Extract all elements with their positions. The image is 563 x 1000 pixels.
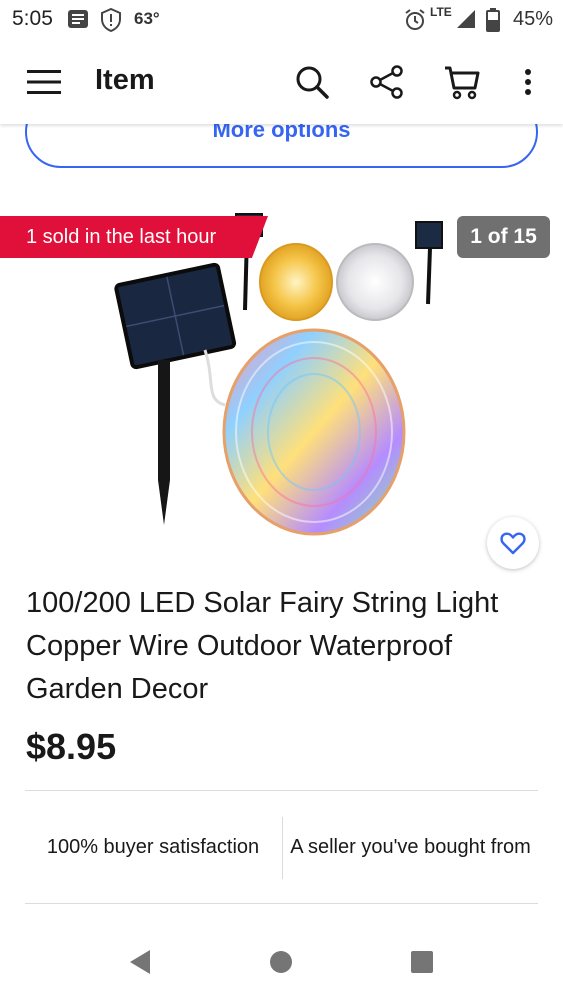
status-bar: 5:05 63° LTE 45% (0, 0, 563, 40)
share-icon[interactable] (365, 60, 409, 104)
app-bar: Item (0, 40, 563, 124)
alarm-icon (403, 8, 427, 37)
buyer-satisfaction: 100% buyer satisfaction (46, 835, 260, 858)
status-temperature: 63° (134, 9, 160, 28)
signal-icon (455, 8, 477, 35)
sold-recently-badge: 1 sold in the last hour (0, 216, 268, 258)
search-icon[interactable] (290, 60, 334, 104)
watchlist-button[interactable] (487, 517, 539, 569)
message-icon (67, 8, 89, 35)
photo-counter: 1 of 15 (457, 216, 550, 258)
divider (25, 903, 538, 904)
network-type: LTE (430, 5, 452, 19)
back-icon[interactable] (120, 942, 160, 982)
cart-icon[interactable] (440, 60, 484, 104)
page-title: Item (95, 64, 155, 96)
battery-icon (486, 8, 500, 37)
heart-icon (500, 532, 526, 555)
home-icon[interactable] (261, 942, 301, 982)
battery-percentage: 45% (513, 8, 554, 30)
item-title: 100/200 LED Solar Fairy String Light Cop… (26, 587, 499, 705)
seller-history-note: A seller you've bought from (290, 835, 531, 858)
status-time: 5:05 (12, 7, 53, 30)
system-nav-bar (0, 920, 563, 1000)
overflow-menu-icon[interactable] (506, 60, 550, 104)
alert-shield-icon (100, 7, 122, 37)
item-price: $8.95 (26, 726, 117, 767)
recents-icon[interactable] (402, 942, 442, 982)
divider (25, 790, 538, 791)
menu-icon[interactable] (22, 60, 66, 104)
seller-info-row: 100% buyer satisfaction A seller you've … (25, 812, 538, 882)
